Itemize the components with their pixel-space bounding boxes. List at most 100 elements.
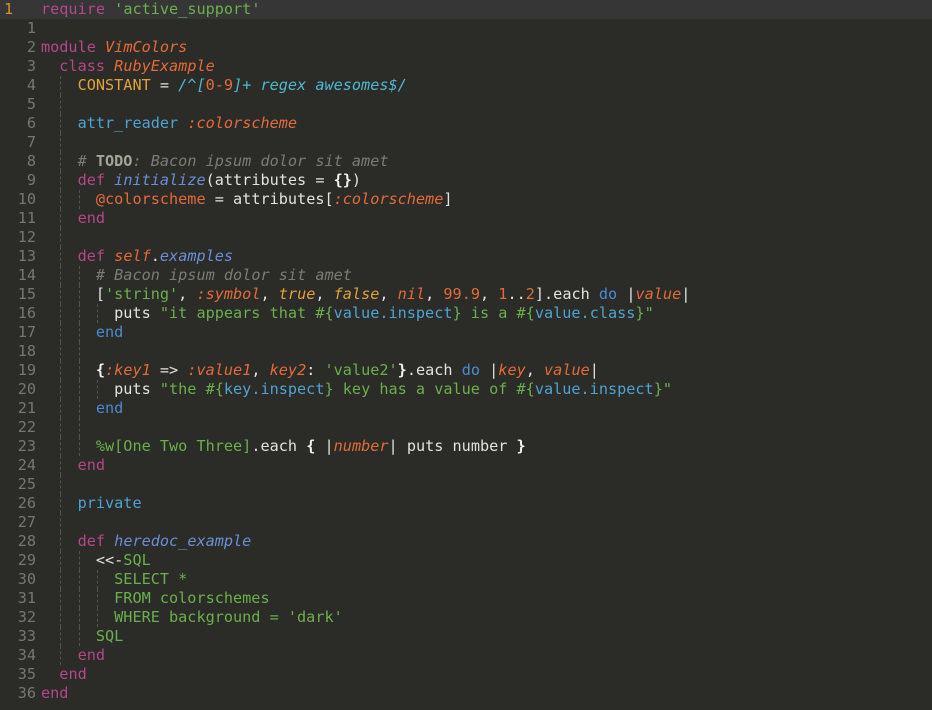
code-line[interactable]: 35 end: [0, 665, 932, 684]
code-line[interactable]: 5: [0, 95, 932, 114]
indent-guide: [60, 513, 62, 532]
code-editor[interactable]: 1 require 'active_support' 1 2 module VimCol…: [0, 0, 932, 710]
code-line[interactable]: 19 {:key1 => :value1, key2: 'value2'}.ea…: [0, 361, 932, 380]
code-line[interactable]: 9 def initialize(attributes = {}): [0, 171, 932, 190]
code-token: private: [77, 494, 142, 512]
line-number: 14: [17, 266, 36, 284]
code-line[interactable]: 34 end: [0, 646, 932, 665]
line-number: 7: [26, 133, 36, 151]
code-token: |: [480, 361, 499, 379]
code-token: :colorscheme: [333, 190, 444, 208]
code-text: end: [41, 456, 105, 475]
code-line[interactable]: 1: [0, 19, 932, 38]
code-line[interactable]: 24 end: [0, 456, 932, 475]
code-token: value.class: [534, 304, 636, 322]
code-line[interactable]: 36 end: [0, 684, 932, 703]
line-number: 3: [26, 57, 36, 75]
code-line[interactable]: 17 end: [0, 323, 932, 342]
code-token: false: [333, 285, 380, 303]
code-line[interactable]: 16 puts "it appears that #{value.inspect…: [0, 304, 932, 323]
line-number: 15: [17, 285, 36, 303]
code-text: WHERE background = 'dark': [41, 608, 343, 627]
code-line[interactable]: 12: [0, 228, 932, 247]
code-token: end: [59, 665, 87, 683]
code-line[interactable]: 23 %w[One Two Three].each { |number| put…: [0, 437, 932, 456]
code-token: 2: [525, 285, 535, 303]
code-line[interactable]: 2 module VimColors: [0, 38, 932, 57]
indent-guide: [60, 418, 62, 437]
code-token: .each: [251, 437, 307, 455]
code-line[interactable]: 13 def self.examples: [0, 247, 932, 266]
code-line[interactable]: 27: [0, 513, 932, 532]
code-token: ,: [260, 285, 279, 303]
code-line[interactable]: 22: [0, 418, 932, 437]
code-token: attr_reader: [77, 114, 179, 132]
code-line[interactable]: 6 attr_reader :colorscheme: [0, 114, 932, 133]
code-text: module VimColors: [41, 38, 187, 57]
code-token: end: [77, 209, 106, 227]
line-number: 20: [17, 380, 36, 398]
code-token: def: [77, 171, 106, 189]
code-line[interactable]: 15 ['string', :symbol, true, false, nil,…: [0, 285, 932, 304]
code-token: require: [41, 0, 106, 18]
line-number: 31: [17, 589, 36, 607]
code-line[interactable]: 21 end: [0, 399, 932, 418]
code-line[interactable]: 10 @colorscheme = attributes[:colorschem…: [0, 190, 932, 209]
code-token: %w[One Two Three]: [95, 437, 252, 455]
code-line[interactable]: 14 # Bacon ipsum dolor sit amet: [0, 266, 932, 285]
code-token: initialize: [114, 171, 206, 189]
code-token: {}: [333, 171, 352, 189]
code-text: def self.examples: [41, 247, 233, 266]
code-text: attr_reader :colorscheme: [41, 114, 297, 133]
code-token: = attributes[: [205, 190, 334, 208]
code-line[interactable]: 8 # TODO: Bacon ipsum dolor sit amet: [0, 152, 932, 171]
indent-guide: [60, 475, 62, 494]
code-token: }: [324, 380, 334, 398]
code-line[interactable]: 29 <<-SQL: [0, 551, 932, 570]
code-token: value: [544, 361, 590, 379]
line-number: 17: [17, 323, 36, 341]
code-line[interactable]: 18: [0, 342, 932, 361]
code-text: CONSTANT = /^[0-9]+ regex awesomes$/: [41, 76, 407, 95]
code-line[interactable]: 7: [0, 133, 932, 152]
code-token: "the: [159, 380, 206, 398]
line-number: 21: [17, 399, 36, 417]
code-token: key has a value of: [333, 380, 517, 398]
code-line[interactable]: 33 SQL: [0, 627, 932, 646]
code-token: ,: [525, 361, 545, 379]
code-line[interactable]: 30 SELECT *: [0, 570, 932, 589]
line-number: 4: [26, 76, 36, 94]
code-line[interactable]: 31 FROM colorschemes: [0, 589, 932, 608]
code-line[interactable]: 3 class RubyExample: [0, 57, 932, 76]
code-line[interactable]: 20 puts "the #{key.inspect} key has a va…: [0, 380, 932, 399]
code-line[interactable]: 1 require 'active_support': [0, 0, 932, 19]
code-token: def: [77, 532, 106, 550]
code-line[interactable]: 4 CONSTANT = /^[0-9]+ regex awesomes$/: [0, 76, 932, 95]
line-number: 5: [26, 95, 36, 113]
code-text: # Bacon ipsum dolor sit amet: [41, 266, 352, 285]
code-line[interactable]: 25: [0, 475, 932, 494]
code-token: =: [150, 76, 179, 94]
code-line[interactable]: 28 def heredoc_example: [0, 532, 932, 551]
code-token: : Bacon ipsum dolor sit amet: [132, 152, 389, 170]
code-token: value.inspect: [534, 380, 654, 398]
code-token: value: [635, 285, 682, 303]
code-token: ,: [479, 285, 499, 303]
code-text: SQL: [41, 627, 123, 646]
code-line[interactable]: 32 WHERE background = 'dark': [0, 608, 932, 627]
code-token: {: [95, 361, 106, 379]
code-line[interactable]: 11 end: [0, 209, 932, 228]
code-token: ,: [315, 285, 334, 303]
code-line[interactable]: 26 private: [0, 494, 932, 513]
code-text: require 'active_support': [41, 0, 260, 19]
